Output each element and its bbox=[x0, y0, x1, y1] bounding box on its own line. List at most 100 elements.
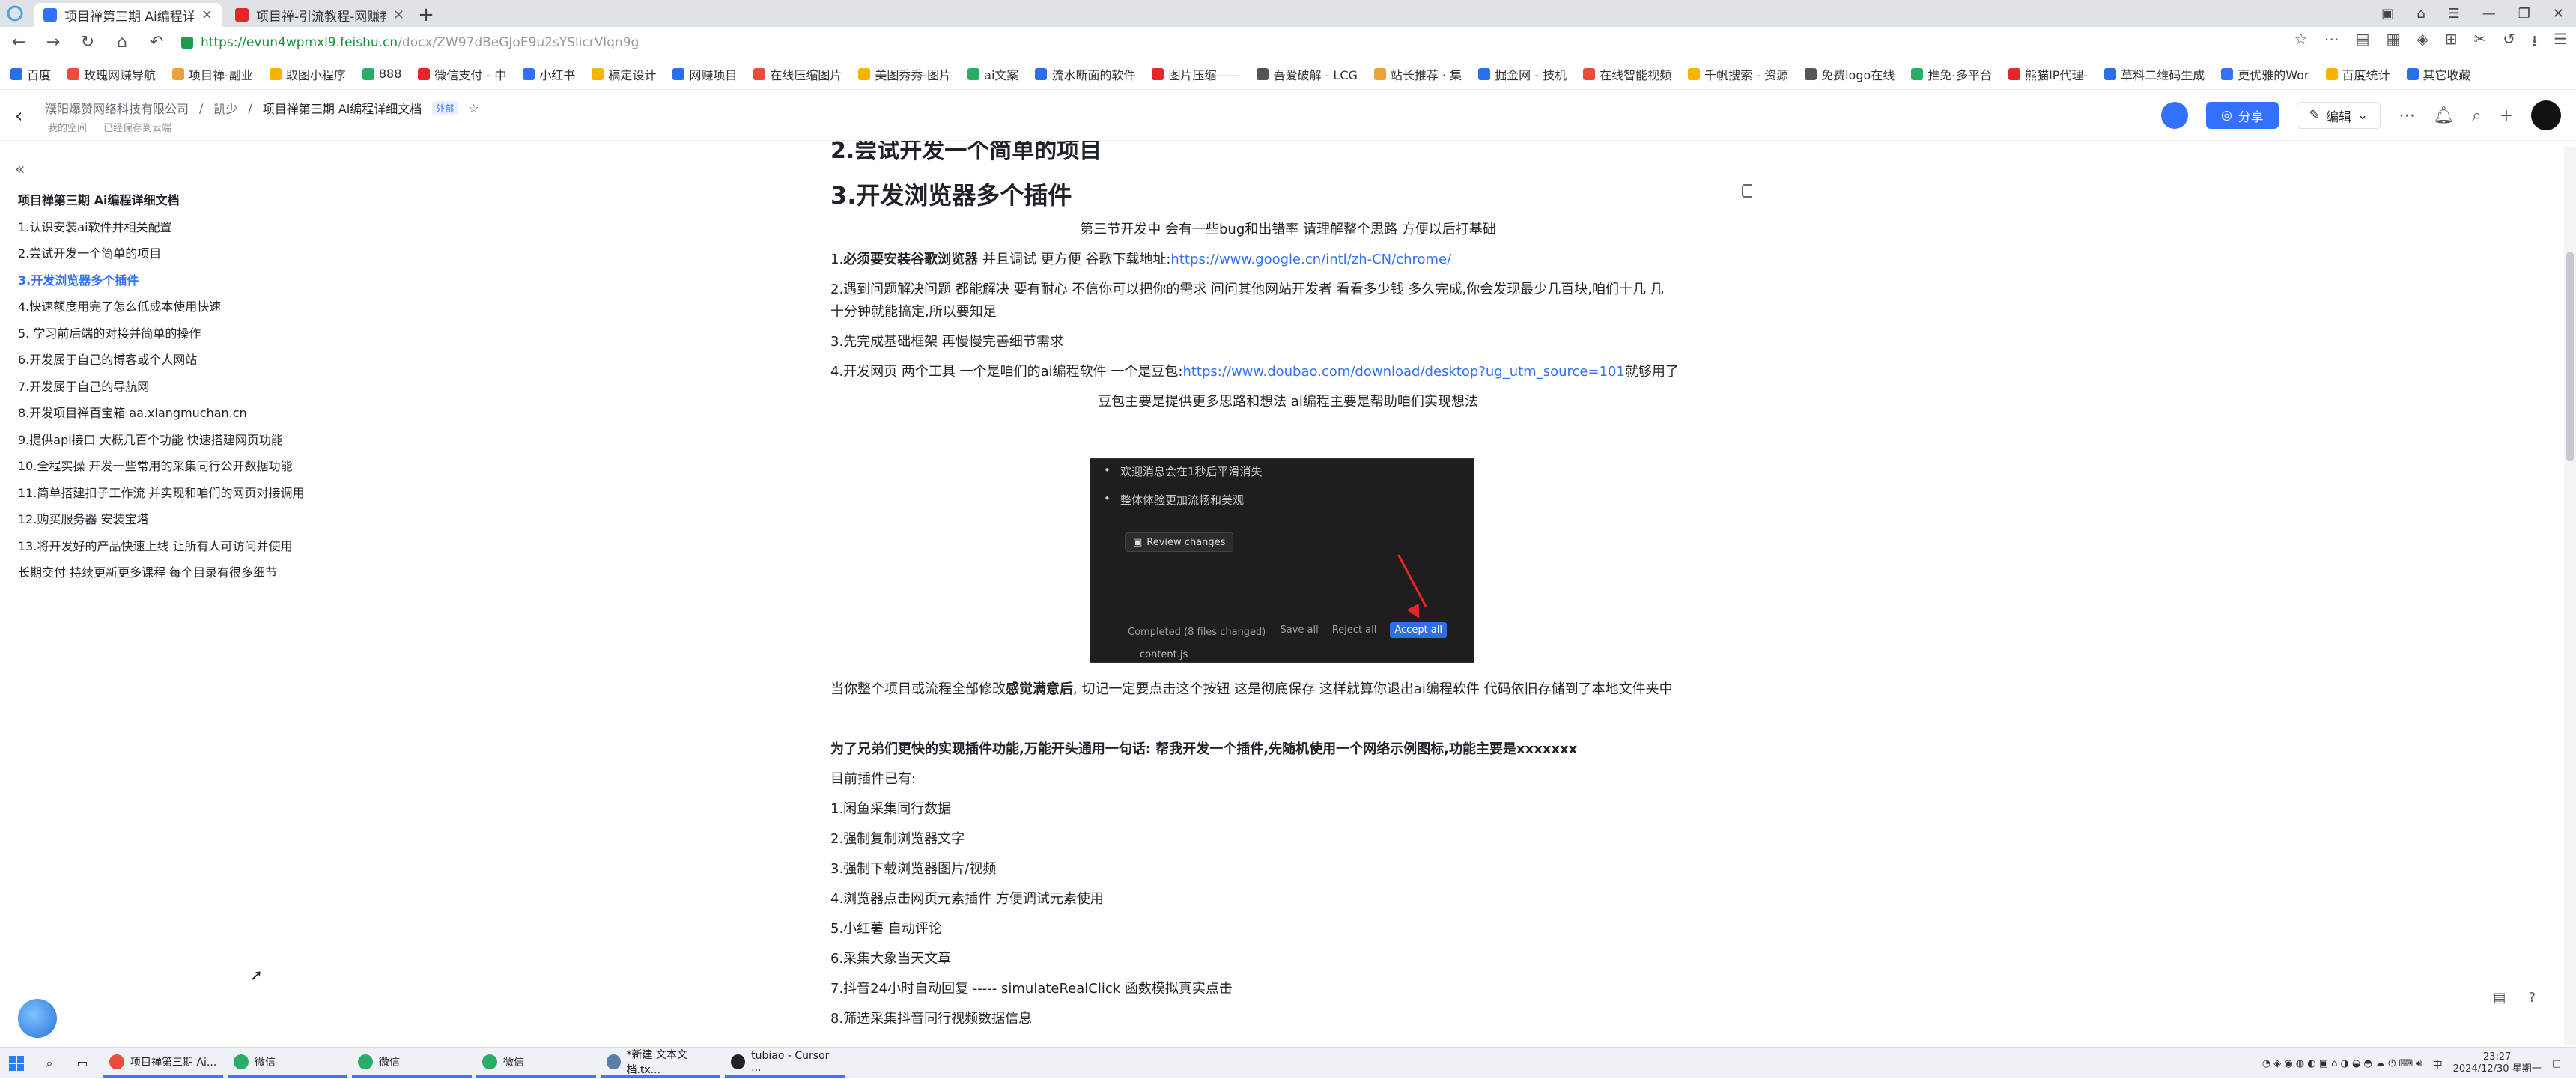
taskbar-app[interactable]: 微信 bbox=[228, 1049, 347, 1078]
add-icon[interactable]: + bbox=[2500, 106, 2513, 125]
close-tab-icon[interactable]: ✕ bbox=[393, 7, 404, 23]
collapse-toc-icon[interactable]: « bbox=[15, 160, 25, 179]
toc-item[interactable]: 11.简单搭建扣子工作流 并实现和咱们的网页对接调用 bbox=[18, 480, 305, 507]
maximize-icon[interactable]: ❐ bbox=[2518, 6, 2530, 22]
bookmark-item[interactable]: 百度 bbox=[10, 65, 51, 83]
toc-item[interactable]: 7.开发属于自己的导航网 bbox=[18, 374, 305, 401]
undo-icon[interactable]: ↺ bbox=[2503, 30, 2515, 55]
ime-indicator[interactable]: 中 bbox=[2433, 1057, 2443, 1071]
search-icon[interactable]: ⌕ bbox=[2472, 106, 2481, 125]
bookmark-item[interactable]: 更优雅的Wor bbox=[2221, 65, 2309, 83]
taskbar-app[interactable]: 微信 bbox=[476, 1049, 596, 1078]
tab-feishu-doc[interactable]: 项目禅第三期 Ai编程详细 ✕ bbox=[34, 3, 222, 27]
undo-icon[interactable]: ↶ bbox=[147, 33, 166, 52]
bookmark-item[interactable]: 熊猫IP代理- bbox=[2008, 65, 2088, 83]
doubao-download-link[interactable]: https://www.doubao.com/download/desktop?… bbox=[1182, 364, 1624, 380]
toc-item[interactable]: 3.开发浏览器多个插件 bbox=[18, 267, 305, 294]
bookmark-item[interactable]: 吾爱破解 - LCG bbox=[1257, 65, 1358, 83]
new-tab-button[interactable]: + bbox=[413, 3, 439, 27]
chrome-download-link[interactable]: https://www.google.cn/intl/zh-CN/chrome/ bbox=[1170, 252, 1451, 267]
download-icon[interactable]: ⭳ bbox=[2532, 30, 2537, 55]
bookmark-item[interactable]: 微信支付 - 中 bbox=[418, 65, 506, 83]
toc-item[interactable]: 项目禅第三期 Ai编程详细文档 bbox=[18, 187, 305, 214]
more-icon[interactable]: ⋯ bbox=[2399, 106, 2415, 125]
bookmark-item[interactable]: 小红书 bbox=[523, 65, 575, 83]
home-icon[interactable]: ⌂ bbox=[112, 33, 132, 52]
start-icon[interactable] bbox=[0, 1048, 33, 1079]
star-icon[interactable]: ☆ bbox=[2294, 30, 2308, 55]
toc-item[interactable]: 10.全程实操 开发一些常用的采集同行公开数据功能 bbox=[18, 453, 305, 480]
bookmark-item[interactable]: 888 bbox=[362, 67, 401, 81]
assistant-bubble-icon[interactable] bbox=[18, 999, 57, 1038]
bookmark-item[interactable]: 玫瑰网赚导航 bbox=[67, 65, 156, 83]
bookmark-item[interactable]: 其它收藏 bbox=[2406, 65, 2471, 83]
comment-icon[interactable] bbox=[1742, 184, 1752, 198]
taskbar-app[interactable]: 项目禅第三期 Ai... bbox=[103, 1049, 223, 1078]
task-view-icon[interactable]: ▭ bbox=[66, 1048, 99, 1079]
bookmark-item[interactable]: ai文案 bbox=[967, 65, 1018, 83]
bell-icon[interactable]: 🔔︎ bbox=[2433, 106, 2454, 125]
toc-item[interactable]: 4.快速额度用完了怎么低成本使用快速 bbox=[18, 294, 305, 320]
edit-button[interactable]: ✎ 编辑 ⌄ bbox=[2296, 102, 2381, 129]
page-scrollbar[interactable] bbox=[2564, 147, 2576, 1045]
toc-item[interactable]: 长期交付 持续更新更多课程 每个目录有很多细节 bbox=[18, 559, 305, 586]
close-window-icon[interactable]: ✕ bbox=[2553, 6, 2564, 22]
user-avatar[interactable] bbox=[2531, 100, 2561, 130]
toc-item[interactable]: 9.提供api接口 大概几百个功能 快速搭建网页功能 bbox=[18, 427, 305, 454]
bookmark-item[interactable]: 取图小程序 bbox=[269, 65, 346, 83]
tools-icon[interactable]: ✂ bbox=[2474, 30, 2487, 55]
taskbar-app[interactable]: 微信 bbox=[352, 1049, 472, 1078]
bookmark-item[interactable]: 流水断面的软件 bbox=[1035, 65, 1135, 83]
bookmark-item[interactable]: 网赚项目 bbox=[672, 65, 737, 83]
toc-item[interactable]: 12.购买服务器 安装宝塔 bbox=[18, 506, 305, 533]
back-icon[interactable]: ← bbox=[9, 33, 28, 52]
clock[interactable]: 23:27 2024/12/30 星期一 bbox=[2453, 1051, 2542, 1075]
extension-icon[interactable]: ▦ bbox=[2386, 30, 2400, 55]
share-button[interactable]: ◎ 分享 bbox=[2205, 102, 2279, 129]
bookmark-item[interactable]: 百度统计 bbox=[2325, 65, 2390, 83]
extension-icon[interactable]: ◈ bbox=[2416, 30, 2428, 55]
forward-icon[interactable]: → bbox=[43, 33, 63, 52]
help-icon[interactable]: ? bbox=[2528, 990, 2536, 1006]
toc-item[interactable]: 8.开发项目禅百宝箱 aa.xiangmuchan.cn bbox=[18, 400, 305, 427]
notification-icon[interactable]: ▢ bbox=[2552, 1058, 2561, 1069]
apps-icon[interactable]: ⊞ bbox=[2445, 30, 2458, 55]
bookmark-item[interactable]: 掘金网 - 技机 bbox=[1478, 65, 1567, 83]
bookmark-item[interactable]: 图片压缩—— bbox=[1152, 65, 1240, 83]
taskbar-app[interactable]: *新建 文本文档.tx... bbox=[601, 1049, 720, 1078]
breadcrumb-org[interactable]: 濮阳爆赞网络科技有限公司 bbox=[45, 99, 189, 117]
close-tab-icon[interactable]: ✕ bbox=[201, 7, 213, 23]
reload-icon[interactable]: ↻ bbox=[78, 33, 97, 52]
toc-item[interactable]: 1.认识安装ai软件并相关配置 bbox=[18, 214, 305, 241]
bookmark-item[interactable]: 在线压缩图片 bbox=[753, 65, 842, 83]
more-dots-icon[interactable]: ⋯ bbox=[2324, 30, 2339, 55]
outline-icon[interactable]: ▤ bbox=[2493, 990, 2506, 1006]
bookmark-item[interactable]: 草料二维码生成 bbox=[2104, 65, 2205, 83]
toc-item[interactable]: 6.开发属于自己的博客或个人网站 bbox=[18, 347, 305, 374]
bookmark-item[interactable]: 美图秀秀-图片 bbox=[858, 65, 951, 83]
my-space-link[interactable]: 我的空间 bbox=[48, 120, 87, 134]
bookmark-item[interactable]: 在线智能视频 bbox=[1583, 65, 1671, 83]
taskbar-app[interactable]: tubiao - Cursor ... bbox=[725, 1049, 845, 1078]
tray-icons[interactable]: ◔ ◈ ◉ ◍ ◐ ▣ ⌂ ◑ ◒ ◓ ☁ ⏻ ⌨ 🔊︎ bbox=[2262, 1058, 2422, 1069]
minimize-icon[interactable]: — bbox=[2482, 6, 2496, 22]
sidebar-toggle-icon[interactable]: ▣ bbox=[2381, 6, 2394, 22]
back-chevron-icon[interactable]: ‹ bbox=[15, 105, 22, 127]
menu-icon[interactable]: ☰ bbox=[2448, 6, 2460, 22]
toc-item[interactable]: 2.尝试开发一个简单的项目 bbox=[18, 240, 305, 267]
search-icon[interactable]: ⌕ bbox=[33, 1048, 66, 1079]
bookmark-item[interactable]: 项目禅-副业 bbox=[172, 65, 253, 83]
menu-icon[interactable]: ☰ bbox=[2554, 30, 2567, 55]
toc-item[interactable]: 13.将开发好的产品快速上线 让所有人可访问并使用 bbox=[18, 533, 305, 560]
browser-logo-icon[interactable] bbox=[0, 0, 30, 27]
bookmark-item[interactable]: 稿定设计 bbox=[592, 65, 656, 83]
collaborator-avatar[interactable] bbox=[2160, 102, 2188, 129]
bookmark-item[interactable]: 站长推荐 · 集 bbox=[1373, 65, 1462, 83]
tab-tutorial[interactable]: 项目禅-引流教程-网赚教 ✕ bbox=[226, 3, 413, 27]
url-input[interactable]: https://evun4wpmxl9.feishu.cn/docx/ZW97d… bbox=[181, 31, 2279, 54]
scroll-thumb[interactable] bbox=[2566, 252, 2574, 461]
bookmark-item[interactable]: 免费logo在线 bbox=[1805, 65, 1895, 83]
toc-item[interactable]: 5. 学习前后端的对接并简单的操作 bbox=[18, 320, 305, 347]
breadcrumb-folder[interactable]: 凯少 bbox=[213, 99, 237, 117]
bookmark-item[interactable]: 千帆搜索 - 资源 bbox=[1688, 65, 1788, 83]
